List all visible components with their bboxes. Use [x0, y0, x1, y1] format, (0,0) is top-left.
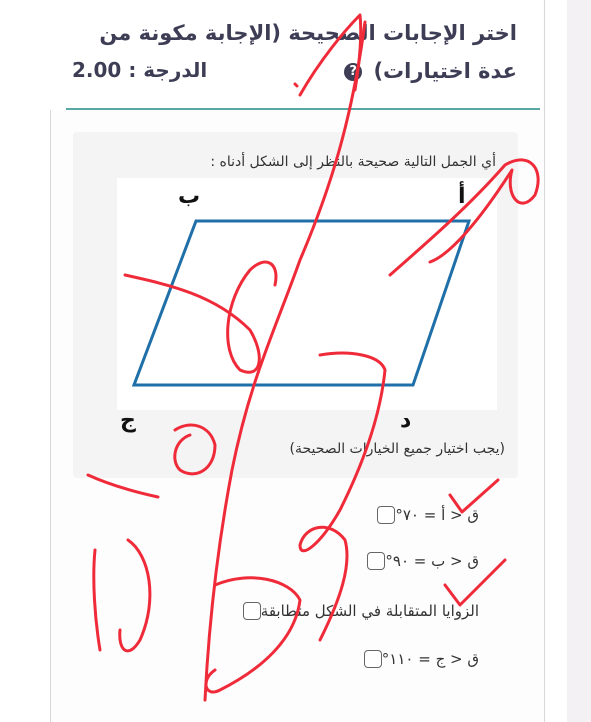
parallelogram-figure — [117, 178, 497, 410]
option-angle-c[interactable]: ق < ج = ١١٠° — [358, 650, 479, 668]
vertex-label-c: ج — [120, 408, 136, 433]
parallelogram-svg — [131, 219, 472, 387]
question-circle-icon[interactable]: ? — [344, 63, 363, 81]
question-title-line2: عدة اختيارات) — [373, 59, 517, 83]
checkbox[interactable] — [242, 602, 261, 620]
checkbox[interactable] — [363, 650, 382, 668]
option-angle-b[interactable]: ق < ب = ٩٠° — [361, 552, 479, 570]
side-strip — [567, 0, 591, 722]
vertex-label-b: ب — [178, 184, 201, 209]
grade-label: الدرجة : 2.00 — [72, 58, 208, 82]
question-title-line1: اختر الإجابات الصحيحة (الإجابة مكونة من — [99, 21, 517, 45]
option-angle-a[interactable]: ق < أ = ٧٠° — [371, 506, 479, 524]
vertex-label-d: د — [400, 408, 412, 433]
option-label: ق < ج = ١١٠° — [381, 650, 479, 668]
selection-hint: (يجب اختيار جميع الخيارات الصحيحة) — [289, 441, 505, 457]
question-prompt: أي الجمل التالية صحيحة بالنظر إلى الشكل … — [210, 154, 496, 170]
option-label: ق < أ = ٧٠° — [395, 506, 479, 524]
checkbox[interactable] — [377, 506, 396, 524]
parallelogram-shape — [131, 219, 472, 387]
option-label: الزوايا المتقابلة في الشكل متطابقة — [260, 602, 479, 620]
vertex-label-a: أ — [458, 184, 466, 209]
option-opposite-angles[interactable]: الزوايا المتقابلة في الشكل متطابقة — [237, 602, 479, 620]
header-divider — [66, 108, 540, 110]
checkbox[interactable] — [367, 552, 386, 570]
question-header: اختر الإجابات الصحيحة (الإجابة مكونة من … — [50, 0, 543, 110]
option-label: ق < ب = ٩٠° — [385, 552, 479, 570]
